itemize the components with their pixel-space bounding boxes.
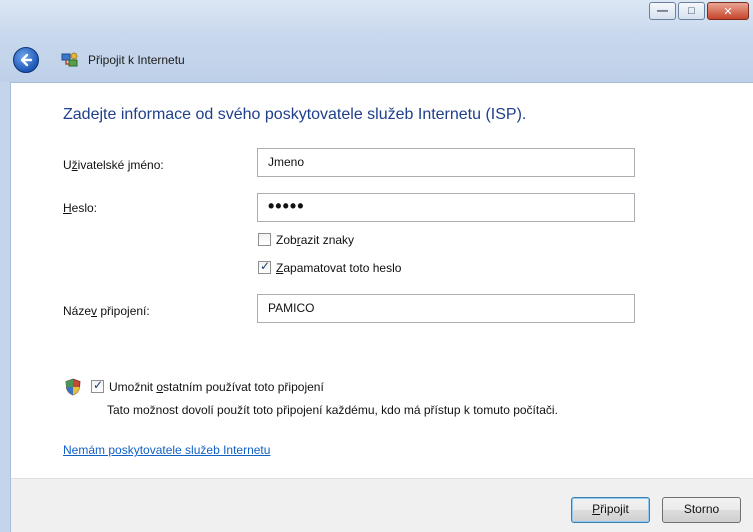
allow-others-label[interactable]: Umožnit ostatním používat toto připojení	[109, 380, 324, 394]
username-input[interactable]: Jmeno	[257, 148, 635, 177]
uac-shield-icon	[65, 378, 81, 396]
cancel-button[interactable]: Storno	[662, 497, 741, 523]
minimize-button[interactable]: —	[649, 2, 676, 20]
window-left-frame	[0, 82, 11, 532]
allow-others-description: Tato možnost dovolí použít toto připojen…	[107, 403, 558, 417]
page-heading: Zadejte informace od svého poskytovatele…	[63, 106, 527, 123]
minimize-icon: —	[657, 5, 668, 17]
network-connection-icon	[61, 52, 78, 67]
show-characters-checkbox[interactable]	[258, 233, 271, 246]
checkmark-icon: ✓	[260, 259, 271, 273]
back-button[interactable]	[13, 47, 39, 73]
window-title: Připojit k Internetu	[88, 53, 185, 67]
remember-password-checkbox[interactable]: ✓	[258, 259, 271, 274]
maximize-icon: □	[688, 5, 695, 17]
password-input[interactable]: •••••	[257, 193, 635, 222]
close-button[interactable]: ✕	[707, 2, 749, 20]
username-label: Uživatelské jméno:	[63, 158, 164, 172]
connect-button[interactable]: Připojit	[571, 497, 650, 523]
show-characters-label[interactable]: Zobrazit znaky	[276, 233, 354, 247]
maximize-button[interactable]: □	[678, 2, 705, 20]
allow-others-checkbox[interactable]: ✓	[91, 378, 104, 393]
password-label: Heslo:	[63, 201, 98, 215]
connection-name-input[interactable]: PAMICO	[257, 294, 635, 323]
checkmark-icon: ✓	[93, 378, 104, 392]
back-arrow-icon	[20, 53, 33, 67]
window-controls: — □ ✕	[649, 2, 749, 20]
close-icon: ✕	[723, 5, 733, 18]
connection-name-label: Název připojení:	[63, 304, 150, 318]
remember-password-label[interactable]: Zapamatovat toto heslo	[276, 261, 401, 275]
title-bar	[0, 0, 753, 83]
no-isp-link[interactable]: Nemám poskytovatele služeb Internetu	[63, 443, 270, 457]
